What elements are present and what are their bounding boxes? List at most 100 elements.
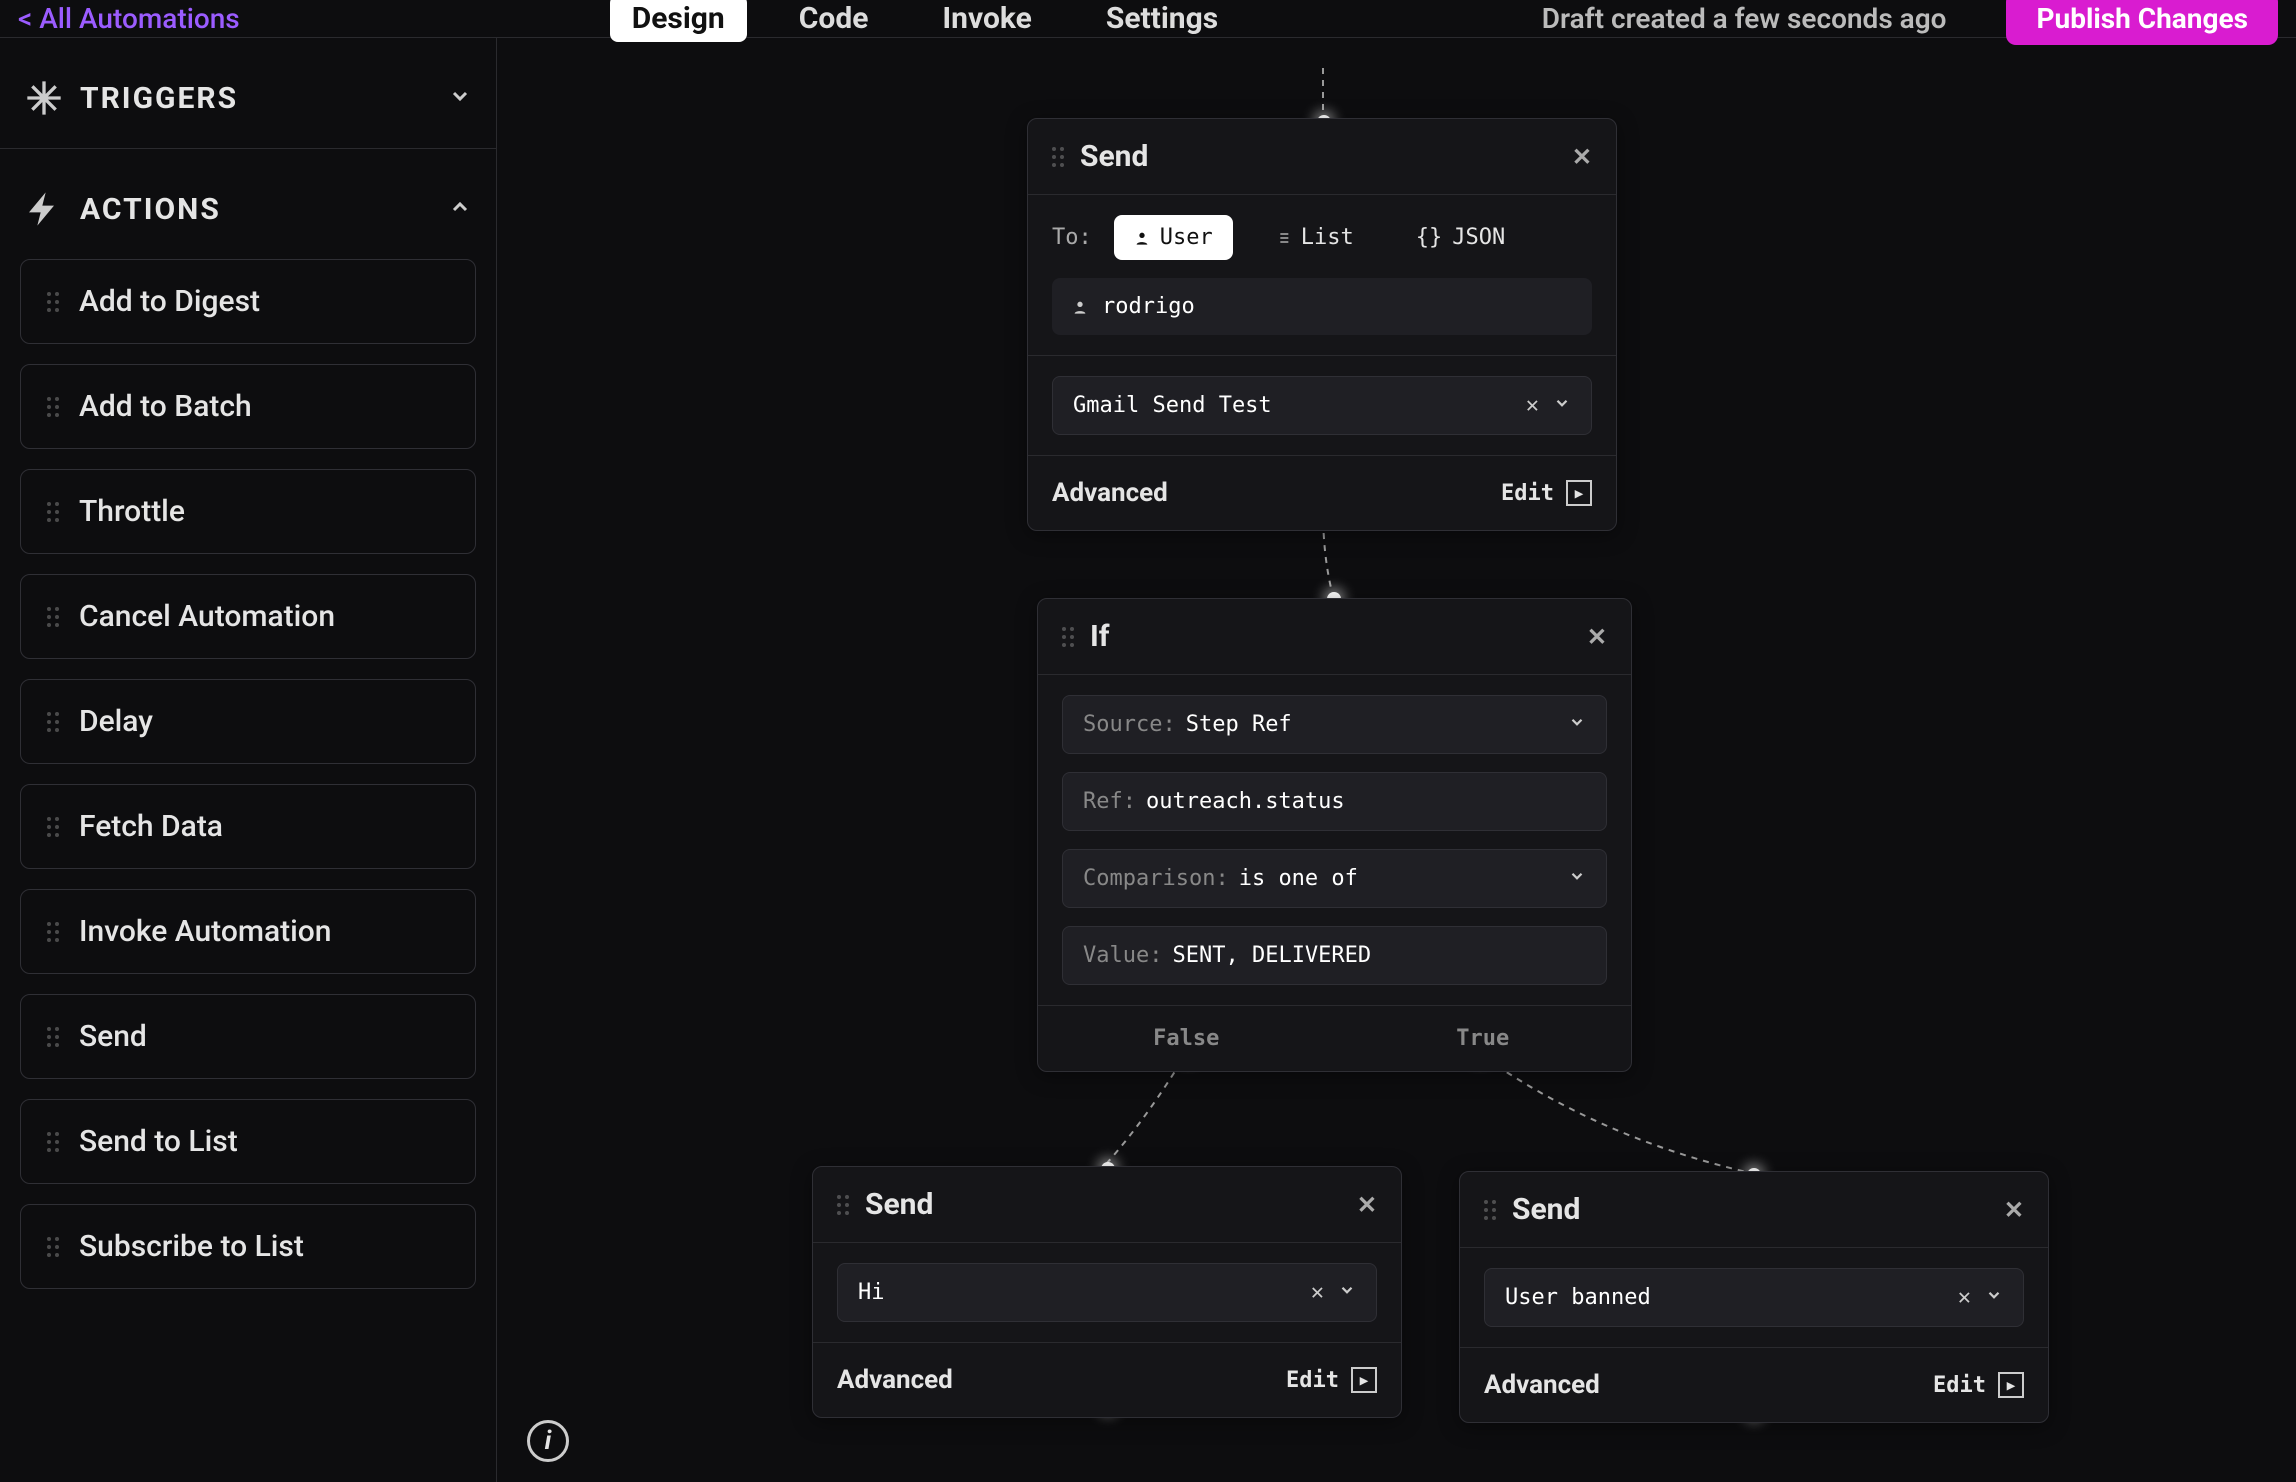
- action-send-to-list[interactable]: Send to List: [20, 1099, 476, 1184]
- actions-title: ACTIONS: [80, 192, 221, 227]
- action-label: Subscribe to List: [79, 1229, 304, 1264]
- to-value-input[interactable]: rodrigo: [1052, 278, 1592, 335]
- chevron-down-icon[interactable]: [1553, 393, 1571, 418]
- to-option-json[interactable]: {} JSON: [1396, 215, 1525, 260]
- edit-button[interactable]: Edit ▸: [1501, 480, 1592, 506]
- chevron-down-icon[interactable]: [1568, 712, 1586, 737]
- field-value: SENT, DELIVERED: [1172, 943, 1371, 968]
- field-value: outreach.status: [1146, 789, 1345, 814]
- triggers-header[interactable]: TRIGGERS: [0, 38, 496, 149]
- action-cancel-automation[interactable]: Cancel Automation: [20, 574, 476, 659]
- grip-icon[interactable]: [1052, 147, 1064, 167]
- tab-code[interactable]: Code: [777, 0, 891, 42]
- clear-icon[interactable]: ✕: [1526, 393, 1539, 418]
- action-subscribe-to-list[interactable]: Subscribe to List: [20, 1204, 476, 1289]
- chevron-down-icon[interactable]: [1338, 1280, 1356, 1305]
- chevron-left-icon: <: [18, 2, 39, 35]
- clear-icon[interactable]: ✕: [1958, 1285, 1971, 1310]
- sidebar: TRIGGERS ACTIONS Add to Digest Add to Ba…: [0, 38, 497, 1482]
- template-select[interactable]: Hi ✕: [837, 1263, 1377, 1322]
- field-value: is one of: [1239, 866, 1358, 891]
- action-label: Delay: [79, 704, 153, 739]
- field-label: Comparison:: [1083, 866, 1229, 891]
- action-throttle[interactable]: Throttle: [20, 469, 476, 554]
- node-send-true[interactable]: Send ✕ User banned ✕ Advanced Edit ▸: [1459, 1171, 2049, 1423]
- action-delay[interactable]: Delay: [20, 679, 476, 764]
- grip-icon: [47, 292, 59, 312]
- action-label: Fetch Data: [79, 809, 223, 844]
- edit-button[interactable]: Edit ▸: [1286, 1367, 1377, 1393]
- value-input[interactable]: Value: SENT, DELIVERED: [1062, 926, 1607, 985]
- expand-icon: ▸: [1998, 1372, 2024, 1398]
- triggers-title: TRIGGERS: [80, 81, 238, 116]
- chevron-down-icon[interactable]: [448, 84, 472, 112]
- action-send[interactable]: Send: [20, 994, 476, 1079]
- action-label: Throttle: [79, 494, 185, 529]
- comparison-select[interactable]: Comparison: is one of: [1062, 849, 1607, 908]
- advanced-label: Advanced: [837, 1365, 953, 1395]
- close-icon[interactable]: ✕: [1587, 623, 1607, 651]
- node-send-false[interactable]: Send ✕ Hi ✕ Advanced Edit ▸: [812, 1166, 1402, 1418]
- info-button[interactable]: i: [527, 1420, 569, 1462]
- ref-input[interactable]: Ref: outreach.status: [1062, 772, 1607, 831]
- json-icon: {}: [1416, 225, 1443, 250]
- action-invoke-automation[interactable]: Invoke Automation: [20, 889, 476, 974]
- source-select[interactable]: Source: Step Ref: [1062, 695, 1607, 754]
- expand-icon: ▸: [1566, 480, 1592, 506]
- action-add-to-batch[interactable]: Add to Batch: [20, 364, 476, 449]
- action-label: Send to List: [79, 1124, 238, 1159]
- tab-invoke[interactable]: Invoke: [920, 0, 1053, 42]
- action-label: Add to Batch: [79, 389, 252, 424]
- top-bar: < All Automations Design Code Invoke Set…: [0, 0, 2296, 38]
- node-header[interactable]: Send ✕: [1028, 119, 1616, 195]
- action-add-to-digest[interactable]: Add to Digest: [20, 259, 476, 344]
- grip-icon[interactable]: [837, 1195, 849, 1215]
- grip-icon: [47, 1027, 59, 1047]
- close-icon[interactable]: ✕: [2004, 1196, 2024, 1224]
- grip-icon[interactable]: [1484, 1200, 1496, 1220]
- actions-header[interactable]: ACTIONS: [0, 149, 496, 259]
- user-icon: [1134, 230, 1150, 246]
- chevron-down-icon[interactable]: [1568, 866, 1586, 891]
- action-label: Invoke Automation: [79, 914, 332, 949]
- template-select[interactable]: Gmail Send Test ✕: [1052, 376, 1592, 435]
- field-label: Source:: [1083, 712, 1176, 737]
- close-icon[interactable]: ✕: [1572, 143, 1592, 171]
- node-send-1[interactable]: Send ✕ To: User List {} JSON: [1027, 118, 1617, 531]
- flow-canvas[interactable]: Send ✕ To: User List {} JSON: [497, 38, 2296, 1482]
- grip-icon[interactable]: [1062, 627, 1074, 647]
- chip-label: JSON: [1452, 225, 1505, 250]
- to-option-user[interactable]: User: [1114, 215, 1233, 260]
- back-link[interactable]: < All Automations: [18, 2, 240, 35]
- action-label: Add to Digest: [79, 284, 260, 319]
- action-label: Cancel Automation: [79, 599, 335, 634]
- branch-false: False: [1038, 1006, 1335, 1071]
- node-if[interactable]: If ✕ Source: Step Ref Ref: outreach.stat…: [1037, 598, 1632, 1072]
- node-header[interactable]: Send ✕: [813, 1167, 1401, 1243]
- tab-settings[interactable]: Settings: [1084, 0, 1240, 42]
- edit-label: Edit: [1286, 1368, 1339, 1393]
- template-select[interactable]: User banned ✕: [1484, 1268, 2024, 1327]
- field-label: Value:: [1083, 943, 1162, 968]
- node-header[interactable]: If ✕: [1038, 599, 1631, 675]
- edit-button[interactable]: Edit ▸: [1933, 1372, 2024, 1398]
- trigger-icon: [24, 78, 64, 118]
- node-title: Send: [865, 1187, 933, 1222]
- tab-design[interactable]: Design: [610, 0, 747, 42]
- action-fetch-data[interactable]: Fetch Data: [20, 784, 476, 869]
- to-label: To:: [1052, 225, 1092, 250]
- grip-icon: [47, 607, 59, 627]
- action-label: Send: [79, 1019, 147, 1054]
- chevron-down-icon[interactable]: [1985, 1285, 2003, 1310]
- field-value: Step Ref: [1186, 712, 1292, 737]
- action-list: Add to Digest Add to Batch Throttle Canc…: [0, 259, 496, 1289]
- node-title: Send: [1512, 1192, 1580, 1227]
- clear-icon[interactable]: ✕: [1311, 1280, 1324, 1305]
- user-icon: [1072, 299, 1088, 315]
- to-option-list[interactable]: List: [1255, 215, 1374, 260]
- chevron-up-icon[interactable]: [448, 195, 472, 223]
- grip-icon: [47, 712, 59, 732]
- close-icon[interactable]: ✕: [1357, 1191, 1377, 1219]
- node-header[interactable]: Send ✕: [1460, 1172, 2048, 1248]
- node-title: Send: [1080, 139, 1148, 174]
